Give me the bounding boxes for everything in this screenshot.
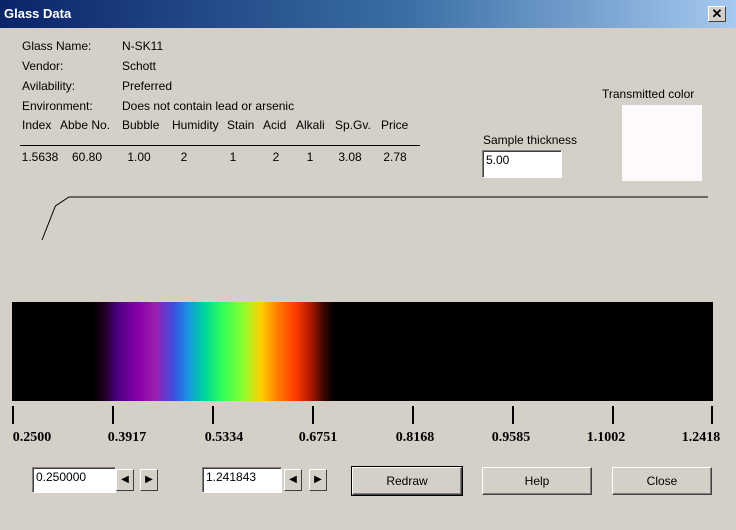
help-button[interactable]: Help — [482, 467, 592, 495]
axis-tick-label: 0.9585 — [491, 430, 531, 445]
axis-tick — [212, 406, 214, 424]
color-spectrum — [12, 302, 713, 401]
axis-tick-label: 0.5334 — [204, 430, 244, 445]
axis-tick — [12, 406, 14, 424]
axis-tick-label: 1.2418 — [681, 430, 721, 445]
axis-tick-label: 0.2500 — [12, 430, 52, 445]
transmission-chart — [41, 196, 708, 241]
axis-tick — [512, 406, 514, 424]
axis-tick — [312, 406, 314, 424]
min-increase-button[interactable]: ▶ — [140, 469, 158, 491]
axis-tick — [412, 406, 414, 424]
max-increase-button[interactable]: ▶ — [309, 469, 327, 491]
min-range-box — [32, 467, 116, 493]
axis-tick — [612, 406, 614, 424]
close-button[interactable]: Close — [612, 467, 712, 495]
axis-tick-label: 1.1002 — [586, 430, 626, 445]
max-decrease-button[interactable]: ◀ — [284, 469, 302, 491]
max-range-box — [202, 467, 282, 493]
axis-tick — [112, 406, 114, 424]
axis-tick-label: 0.3917 — [107, 430, 147, 445]
axis-tick-label: 0.6751 — [298, 430, 338, 445]
transmission-curve — [41, 196, 708, 241]
min-decrease-button[interactable]: ◀ — [116, 469, 134, 491]
axis-tick — [711, 406, 713, 424]
min-range-input[interactable] — [33, 468, 115, 486]
axis-tick-label: 0.8168 — [395, 430, 435, 445]
redraw-button[interactable]: Redraw — [351, 466, 463, 496]
max-range-input[interactable] — [203, 468, 281, 486]
